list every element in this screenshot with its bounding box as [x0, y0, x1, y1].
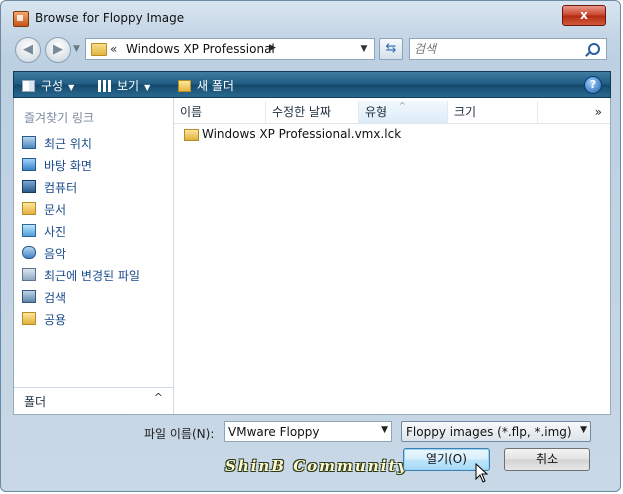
column-header-name[interactable]: 이름: [174, 101, 266, 123]
refresh-icon: ⇆: [385, 41, 397, 56]
sidebar-item-searches[interactable]: 검색: [20, 286, 170, 308]
favorite-links-list: 최근 위치 바탕 화면 컴퓨터 문서 사진 음악 최근에 변경된 파일 검색 공…: [20, 132, 170, 330]
file-type-filter-value: Floppy images (*.flp, *.img): [406, 425, 572, 439]
sidebar-item-documents[interactable]: 문서: [20, 198, 170, 220]
folders-label: 폴더: [24, 395, 47, 409]
filename-input[interactable]: [228, 424, 368, 439]
recently-changed-icon: [22, 268, 36, 281]
folder-icon: [184, 129, 199, 141]
sidebar-item-label: 검색: [44, 291, 67, 305]
pictures-icon: [22, 224, 36, 237]
documents-folder-icon: [22, 202, 36, 215]
searches-icon: [22, 290, 36, 303]
folder-icon: [91, 43, 107, 56]
sidebar-item-label: 바탕 화면: [44, 159, 92, 173]
sidebar-item-label: 최근 위치: [44, 137, 92, 151]
address-crumb[interactable]: Windows XP Professional: [126, 42, 275, 56]
sidebar-item-computer[interactable]: 컴퓨터: [20, 176, 170, 198]
file-type-filter-select[interactable]: Floppy images (*.flp, *.img) ▼: [401, 421, 591, 442]
sidebar-item-label: 사진: [44, 225, 67, 239]
address-dropdown-icon[interactable]: ▼: [356, 41, 372, 57]
more-columns-button[interactable]: »: [595, 101, 602, 123]
search-input[interactable]: [414, 41, 574, 57]
search-icon[interactable]: [588, 43, 600, 55]
window-title: Browse for Floppy Image: [35, 11, 185, 25]
sidebar-item-label: 공용: [44, 313, 67, 327]
search-box[interactable]: [409, 38, 607, 60]
computer-icon: [22, 180, 36, 193]
column-header-row: 이름 수정한 날짜 유형 ^ 크기 »: [174, 101, 610, 124]
navigation-pane: 즐겨찾기 링크 최근 위치 바탕 화면 컴퓨터 문서 사진 음악 최근에 변경된…: [14, 98, 174, 414]
organize-label: 구성: [41, 79, 64, 93]
cancel-button[interactable]: 취소: [504, 448, 590, 471]
views-label: 보기: [117, 79, 140, 93]
sidebar-item-label: 컴퓨터: [44, 181, 78, 195]
music-icon: [22, 246, 36, 259]
title-bar[interactable]: Browse for Floppy Image x: [1, 1, 620, 35]
chevron-down-icon[interactable]: ▼: [381, 425, 388, 435]
filename-combobox[interactable]: ▼: [224, 421, 392, 442]
new-folder-button[interactable]: 새 폴더: [178, 77, 234, 94]
recent-places-icon: [22, 136, 36, 149]
forward-arrow-icon[interactable]: ▶: [45, 37, 71, 63]
recent-pages-dropdown-icon[interactable]: ▼: [73, 44, 80, 54]
sidebar-item-public[interactable]: 공용: [20, 308, 170, 330]
content-area: 즐겨찾기 링크 최근 위치 바탕 화면 컴퓨터 문서 사진 음악 최근에 변경된…: [13, 98, 611, 415]
file-name: Windows XP Professional.vmx.lck: [202, 127, 402, 141]
file-list-pane: 이름 수정한 날짜 유형 ^ 크기 » Windows XP Professio…: [174, 98, 610, 414]
sidebar-item-music[interactable]: 음악: [20, 242, 170, 264]
sidebar-item-label: 음악: [44, 247, 67, 261]
sidebar-item-desktop[interactable]: 바탕 화면: [20, 154, 170, 176]
sidebar-item-recently-changed[interactable]: 최근에 변경된 파일: [20, 264, 170, 286]
app-icon: [13, 11, 29, 27]
new-folder-icon: [178, 80, 191, 92]
views-icon: [98, 80, 111, 92]
column-header-size[interactable]: 크기: [448, 101, 538, 123]
close-button[interactable]: x: [562, 5, 606, 26]
filename-label: 파일 이름(N):: [144, 427, 215, 441]
public-folder-icon: [22, 312, 36, 325]
navigation-bar: ◀ ▶ ▼ « Windows XP Professional ▶ ▼ ⇆: [1, 35, 620, 65]
new-folder-label: 새 폴더: [197, 79, 234, 93]
address-overflow[interactable]: «: [110, 42, 117, 56]
sidebar-item-pictures[interactable]: 사진: [20, 220, 170, 242]
desktop-icon: [22, 158, 36, 171]
chevron-down-icon: ▼: [580, 425, 587, 435]
column-header-type[interactable]: 유형 ^: [359, 101, 448, 123]
dialog-window: Browse for Floppy Image x ◀ ▶ ▼ « Window…: [0, 0, 621, 492]
favorite-links-header: 즐겨찾기 링크: [24, 111, 95, 125]
folders-toggle[interactable]: 폴더 ^: [14, 387, 173, 414]
help-icon[interactable]: ?: [584, 76, 602, 94]
sort-ascending-icon: ^: [399, 101, 406, 110]
watermark-logo: ShinB Community: [225, 457, 409, 475]
refresh-button[interactable]: ⇆: [379, 38, 403, 60]
chevron-up-icon: ^: [153, 391, 163, 404]
address-bar[interactable]: « Windows XP Professional ▶ ▼: [85, 38, 375, 60]
views-menu[interactable]: 보기 ▼: [98, 77, 150, 94]
chevron-down-icon: ▼: [68, 83, 75, 92]
sidebar-item-label: 최근에 변경된 파일: [44, 269, 140, 283]
column-header-type-label: 유형: [365, 105, 388, 119]
command-toolbar: 구성 ▼ 보기 ▼ 새 폴더 ?: [13, 71, 611, 98]
sidebar-item-label: 문서: [44, 203, 67, 217]
column-header-date-modified[interactable]: 수정한 날짜: [266, 101, 359, 123]
chevron-down-icon: ▼: [144, 83, 151, 92]
organize-menu[interactable]: 구성 ▼: [22, 77, 74, 94]
back-arrow-icon[interactable]: ◀: [15, 37, 41, 63]
chevron-right-icon[interactable]: ▶: [269, 43, 276, 53]
organize-icon: [22, 80, 35, 92]
sidebar-item-recent-places[interactable]: 최근 위치: [20, 132, 170, 154]
